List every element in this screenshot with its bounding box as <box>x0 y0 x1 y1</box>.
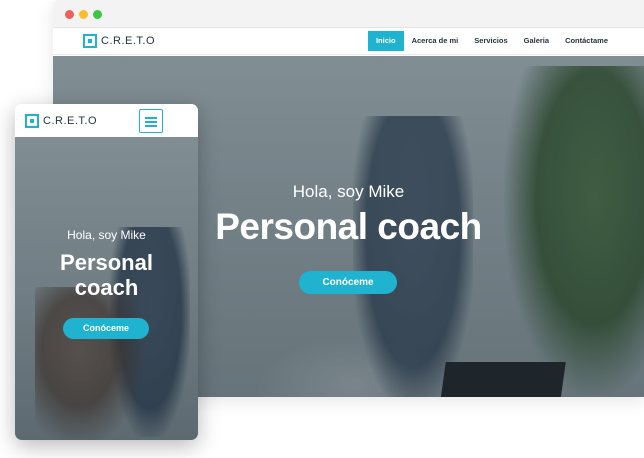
conoceme-button[interactable]: Conóceme <box>299 271 397 294</box>
maximize-window-icon[interactable] <box>93 10 102 19</box>
menu-item-acerca[interactable]: Acerca de mi <box>404 31 467 51</box>
mobile-hero-title: Personal coach <box>15 250 198 300</box>
logo-mark-icon <box>83 34 97 48</box>
minimize-window-icon[interactable] <box>79 10 88 19</box>
menu-item-servicios[interactable]: Servicios <box>466 31 515 51</box>
mobile-hero-title-line1: Personal <box>60 250 153 275</box>
site-logo[interactable]: C.R.E.T.O <box>83 34 155 48</box>
browser-titlebar <box>53 0 644 28</box>
mobile-hero-section: Hola, soy Mike Personal coach Conóceme <box>15 137 198 440</box>
site-header: C.R.E.T.O Inicio Acerca de mi Servicios … <box>53 28 644 55</box>
hamburger-menu-icon[interactable] <box>139 109 163 133</box>
mobile-hero-title-line2: coach <box>74 275 139 300</box>
main-menu: Inicio Acerca de mi Servicios Galeria Co… <box>367 31 616 51</box>
logo-text: C.R.E.T.O <box>101 35 156 47</box>
mobile-site-logo[interactable]: C.R.E.T.O <box>25 114 97 128</box>
logo-text: C.R.E.T.O <box>43 115 98 127</box>
mobile-mockup: C.R.E.T.O Hola, soy Mike Personal coach … <box>15 104 198 440</box>
close-window-icon[interactable] <box>65 10 74 19</box>
logo-mark-icon <box>25 114 39 128</box>
menu-item-contactame[interactable]: Contáctame <box>557 31 616 51</box>
mobile-hero-greeting: Hola, soy Mike <box>67 228 146 242</box>
menu-item-galeria[interactable]: Galeria <box>516 31 557 51</box>
menu-item-inicio[interactable]: Inicio <box>367 31 404 51</box>
mobile-conoceme-button[interactable]: Conóceme <box>63 318 149 339</box>
mobile-header: C.R.E.T.O <box>15 104 198 137</box>
